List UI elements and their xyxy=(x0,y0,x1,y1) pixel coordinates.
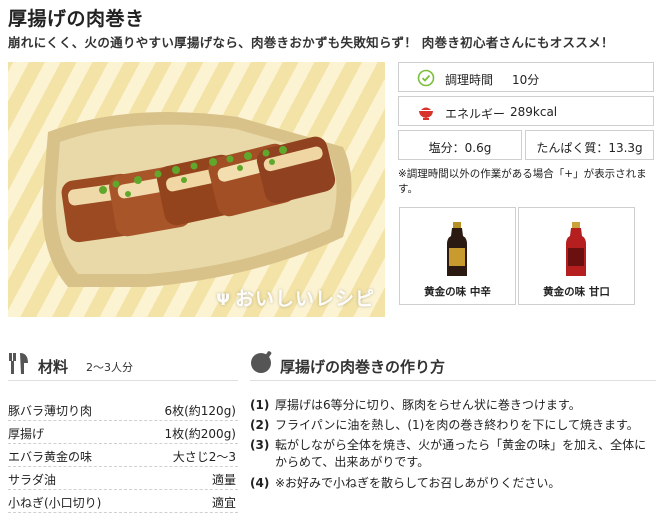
energy-label: エネルギー xyxy=(445,107,506,121)
ingredient-row: 豚バラ薄切り肉 6枚(約120g) xyxy=(8,398,238,421)
ingredient-amount: 大さじ2〜3 xyxy=(172,450,236,464)
step-number: (2) xyxy=(250,418,270,432)
ingredient-row: サラダ油 適量 xyxy=(8,467,238,490)
ingredient-name: 豚バラ薄切り肉 xyxy=(8,404,93,418)
step-text: フライパンに油を熱し、(1)を肉の巻き終わりを下にして焼きます。 xyxy=(275,418,639,432)
divider xyxy=(8,380,238,381)
recipe-photo: Ψ おいしいレシピ xyxy=(8,62,385,317)
steps-header: 厚揚げの肉巻きの作り方 xyxy=(250,349,656,377)
recipe-title: 厚揚げの肉巻き xyxy=(8,8,145,30)
recipe-lead: 崩れにくく、火の通りやすい厚揚げなら、肉巻きおかずも失敗知らず！ 肉巻き初心者さ… xyxy=(8,35,614,50)
energy-value: 289kcal xyxy=(510,105,558,119)
step-number: (1) xyxy=(250,398,270,412)
ingredient-amount: 適量 xyxy=(211,473,236,487)
steps-title: 厚揚げの肉巻きの作り方 xyxy=(280,358,446,376)
product-card-chukara[interactable]: 黄金の味 中辛 xyxy=(399,207,516,305)
step-text: 厚揚げは6等分に切り、豚肉をらせん状に巻きつけます。 xyxy=(275,398,581,412)
ingredient-amount: 適宜 xyxy=(211,496,236,510)
protein-value: たんぱく質：13.3g xyxy=(536,141,643,155)
cooking-time-note: ※調理時間以外の作業がある場合「+」が表示されます。 xyxy=(398,168,647,195)
ingredient-name: 小ねぎ(小口切り) xyxy=(8,496,102,510)
sauce-bottle-icon xyxy=(447,222,467,276)
ingredient-amount: 1枚(約200g) xyxy=(164,427,236,441)
ingredient-name: サラダ油 xyxy=(8,473,57,487)
sauce-bottle-icon xyxy=(566,222,586,276)
pan-icon xyxy=(251,351,272,373)
salt-value: 塩分：0.6g xyxy=(428,141,492,155)
ingredients-header: 材料 2〜3人分 xyxy=(8,349,238,377)
energy-box: エネルギー 289kcal xyxy=(398,96,654,126)
ingredient-row: エバラ黄金の味 大さじ2〜3 xyxy=(8,444,238,467)
ingredient-name: 厚揚げ xyxy=(8,427,45,441)
protein-box: たんぱく質：13.3g xyxy=(525,130,654,160)
fork-knife-icon: Ψ xyxy=(216,290,231,309)
divider xyxy=(250,380,656,381)
dish-illustration xyxy=(42,112,352,287)
ingredients-icon xyxy=(9,353,28,374)
product-card-amakuchi[interactable]: 黄金の味 甘口 xyxy=(518,207,635,305)
step-number: (4) xyxy=(250,476,270,490)
cooking-time-label: 調理時間 xyxy=(445,73,494,87)
clock-check-icon xyxy=(417,69,435,87)
ingredients-servings: 2〜3人分 xyxy=(86,361,133,374)
cooking-time-box: 調理時間 10分 xyxy=(398,62,654,92)
photo-watermark: Ψ おいしいレシピ xyxy=(216,288,375,310)
ingredients-title: 材料 xyxy=(38,358,69,376)
salt-box: 塩分：0.6g xyxy=(398,130,522,160)
step-number: (3) xyxy=(250,438,270,452)
product-label: 黄金の味 甘口 xyxy=(543,286,610,298)
cooking-time-value: 10分 xyxy=(512,73,540,87)
ingredient-row: 厚揚げ 1枚(約200g) xyxy=(8,421,238,444)
product-label: 黄金の味 中辛 xyxy=(424,286,491,298)
step-text: ※お好みで小ねぎを散らしてお召しあがりください。 xyxy=(275,476,561,490)
step-text: 転がしながら全体を焼き、火が通ったら「黄金の味」を加え、全体にからめて、出来あが… xyxy=(275,438,647,469)
ingredient-row: 小ねぎ(小口切り) 適宜 xyxy=(8,490,238,513)
rice-bowl-icon xyxy=(419,107,433,120)
ingredient-name: エバラ黄金の味 xyxy=(8,450,93,464)
ingredient-amount: 6枚(約120g) xyxy=(164,404,236,418)
